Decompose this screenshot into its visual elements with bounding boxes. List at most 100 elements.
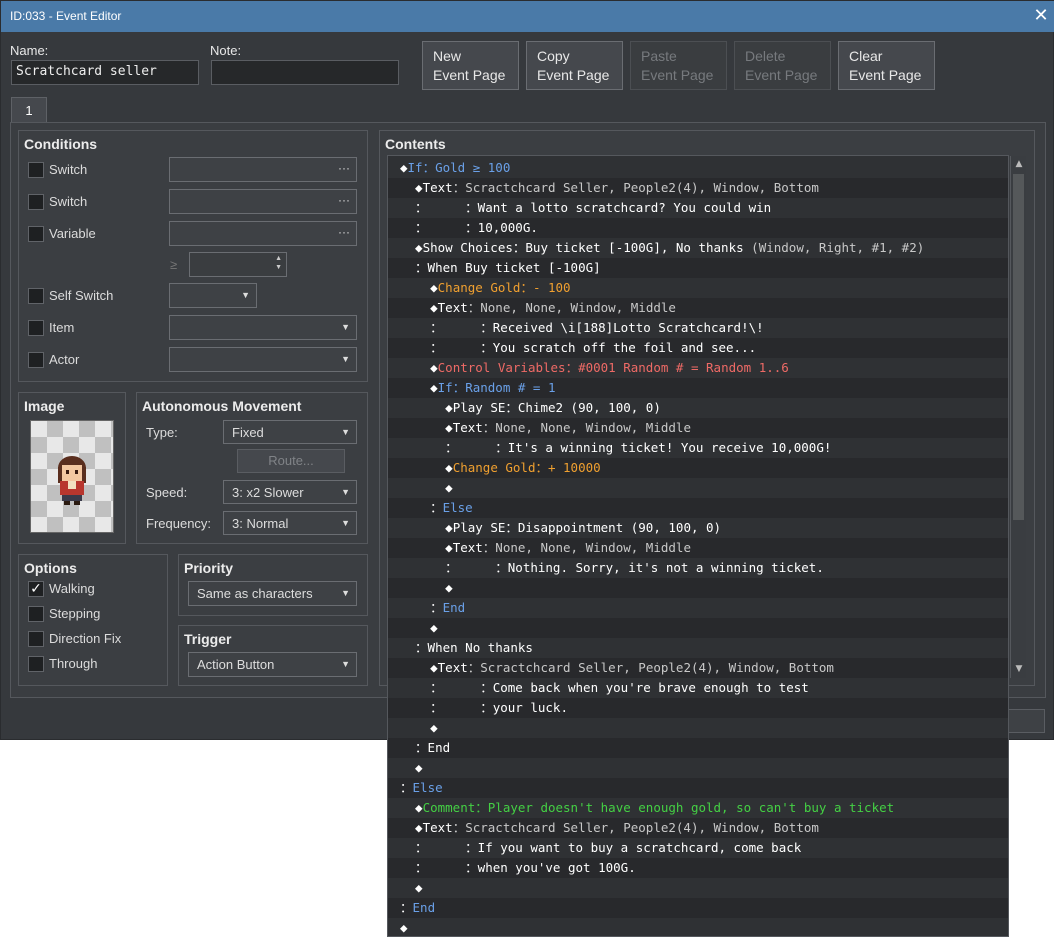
command-row[interactable]: ： ：If you want to buy a scratchcard, com… <box>388 838 1008 858</box>
character-image[interactable] <box>30 420 114 533</box>
command-row[interactable]: ： ：when you've got 100G. <box>388 858 1008 878</box>
scroll-down-icon[interactable]: ▼ <box>1013 662 1025 676</box>
movement-title: Autonomous Movement <box>142 398 302 414</box>
button-label-line1: New <box>433 48 462 64</box>
command-row[interactable]: ： ：Received \i[188]Lotto Scratchcard!\! <box>388 318 1008 338</box>
command-segment: Text <box>422 820 453 835</box>
command-segment: ： ：10,000G. <box>400 220 538 235</box>
walking-checkbox[interactable]: ✓ <box>28 581 44 597</box>
variable-selector[interactable]: ··· <box>169 221 357 246</box>
actor-label: Actor <box>49 352 80 367</box>
command-segment: ◆ <box>400 880 423 895</box>
command-row[interactable]: ◆Text：Scractchcard Seller, People2(4), W… <box>388 818 1008 838</box>
command-row[interactable]: ◆Text：Scractchcard Seller, People2(4), W… <box>388 658 1008 678</box>
command-row[interactable]: ◆Text：Scractchcard Seller, People2(4), W… <box>388 178 1008 198</box>
command-row[interactable]: ◆Show Choices：Buy ticket [-100G], No tha… <box>388 238 1008 258</box>
event-command-list[interactable]: ◆If：Gold ≥ 100 ◆Text：Scractchcard Seller… <box>387 155 1009 937</box>
command-row[interactable]: ：End <box>388 738 1008 758</box>
stepping-label: Stepping <box>49 606 101 621</box>
paste-event-page-button[interactable]: Paste Event Page <box>630 41 727 90</box>
variable-value-spinner[interactable]: ▲ ▼ <box>189 252 287 277</box>
command-row[interactable]: ◆ <box>388 618 1008 638</box>
command-segment: ：Scractchcard Seller, People2(4), Window… <box>467 660 834 675</box>
command-row[interactable]: ◆Change Gold：- 100 <box>388 278 1008 298</box>
trigger-select[interactable]: Action Button ▼ <box>188 652 357 677</box>
close-icon[interactable]: ✕ <box>1031 5 1051 27</box>
note-input[interactable] <box>211 60 399 85</box>
command-segment: If <box>437 380 453 395</box>
command-row[interactable]: ◆Control Variables：#0001 Random # = Rand… <box>388 358 1008 378</box>
command-segment: ： <box>400 600 443 615</box>
priority-select[interactable]: Same as characters ▼ <box>188 581 357 606</box>
command-segment: ◆ <box>400 760 423 775</box>
command-row[interactable]: ： ：Nothing. Sorry, it's not a winning ti… <box>388 558 1008 578</box>
copy-event-page-button[interactable]: Copy Event Page <box>526 41 623 90</box>
type-select[interactable]: Fixed ▼ <box>223 420 357 444</box>
self-switch-checkbox[interactable] <box>28 288 44 304</box>
item-select[interactable]: ▼ <box>169 315 357 340</box>
chevron-down-icon: ▼ <box>341 487 350 497</box>
command-row[interactable]: ：End <box>388 898 1008 918</box>
clear-event-page-button[interactable]: Clear Event Page <box>838 41 935 90</box>
route-button[interactable]: Route... <box>237 449 345 473</box>
variable-checkbox[interactable] <box>28 226 44 242</box>
switch2-checkbox[interactable] <box>28 194 44 210</box>
switch1-selector[interactable]: ··· <box>169 157 357 182</box>
actor-checkbox[interactable] <box>28 352 44 368</box>
button-label-line1: Paste <box>641 48 677 64</box>
command-segment: ◆ <box>400 460 453 475</box>
command-row[interactable]: ◆Text：None, None, Window, Middle <box>388 538 1008 558</box>
tab-page-1[interactable]: 1 <box>11 97 47 123</box>
command-row[interactable]: ◆Text：None, None, Window, Middle <box>388 418 1008 438</box>
command-segment: ◆ <box>400 360 438 375</box>
command-row[interactable]: ◆ <box>388 718 1008 738</box>
switch1-checkbox[interactable] <box>28 162 44 178</box>
command-row[interactable]: ◆Text：None, None, Window, Middle <box>388 298 1008 318</box>
switch2-selector[interactable]: ··· <box>169 189 357 214</box>
name-input[interactable]: Scratchcard seller <box>11 60 199 85</box>
command-row[interactable]: ◆ <box>388 758 1008 778</box>
command-row[interactable]: ◆ <box>388 478 1008 498</box>
command-segment: ：None, None, Window, Middle <box>482 540 691 555</box>
command-row[interactable]: ： ：It's a winning ticket! You receive 10… <box>388 438 1008 458</box>
item-checkbox[interactable] <box>28 320 44 336</box>
command-row[interactable]: ： ：your luck. <box>388 698 1008 718</box>
command-row[interactable]: ◆Change Gold：+ 10000 <box>388 458 1008 478</box>
frequency-select[interactable]: 3: Normal ▼ <box>223 511 357 535</box>
command-row[interactable]: ◆Comment：Player doesn't have enough gold… <box>388 798 1008 818</box>
command-row[interactable]: ◆ <box>388 878 1008 898</box>
command-segment: ◆ <box>400 400 453 415</box>
speed-select[interactable]: 3: x2 Slower ▼ <box>223 480 357 504</box>
through-checkbox[interactable] <box>28 656 44 672</box>
direction-fix-checkbox[interactable] <box>28 631 44 647</box>
command-row[interactable]: ：End <box>388 598 1008 618</box>
command-row[interactable]: ：Else <box>388 778 1008 798</box>
stepping-checkbox[interactable] <box>28 606 44 622</box>
command-row[interactable]: ◆ <box>388 918 1008 936</box>
direction-fix-label: Direction Fix <box>49 631 122 646</box>
new-event-page-button[interactable]: New Event Page <box>422 41 519 90</box>
delete-event-page-button[interactable]: Delete Event Page <box>734 41 831 90</box>
command-row[interactable]: ：When Buy ticket [-100G] <box>388 258 1008 278</box>
command-row[interactable]: ： ：Want a lotto scratchcard? You could w… <box>388 198 1008 218</box>
gte-symbol: ≥ <box>170 257 178 272</box>
walking-label: Walking <box>49 581 95 596</box>
command-row[interactable]: ◆If：Gold ≥ 100 <box>388 158 1008 178</box>
command-row[interactable]: ◆If：Random # = 1 <box>388 378 1008 398</box>
command-row[interactable]: ：When No thanks <box>388 638 1008 658</box>
command-row[interactable]: ◆ <box>388 578 1008 598</box>
command-row[interactable]: ◆Play SE：Disappointment (90, 100, 0) <box>388 518 1008 538</box>
command-row[interactable]: ： ：10,000G. <box>388 218 1008 238</box>
command-row[interactable]: ： ：You scratch off the foil and see... <box>388 338 1008 358</box>
self-switch-select[interactable]: ▼ <box>169 283 257 308</box>
command-row[interactable]: ：Else <box>388 498 1008 518</box>
contents-scrollbar[interactable]: ▲ ▼ <box>1010 156 1026 678</box>
command-segment: ：End <box>400 740 451 755</box>
scroll-thumb[interactable] <box>1013 174 1024 520</box>
scroll-up-icon[interactable]: ▲ <box>1013 157 1025 171</box>
switch1-label: Switch <box>49 162 88 177</box>
command-row[interactable]: ◆Play SE：Chime2 (90, 100, 0) <box>388 398 1008 418</box>
spinner-arrows-icon: ▲ ▼ <box>275 255 282 271</box>
command-row[interactable]: ： ：Come back when you're brave enough to… <box>388 678 1008 698</box>
actor-select[interactable]: ▼ <box>169 347 357 372</box>
